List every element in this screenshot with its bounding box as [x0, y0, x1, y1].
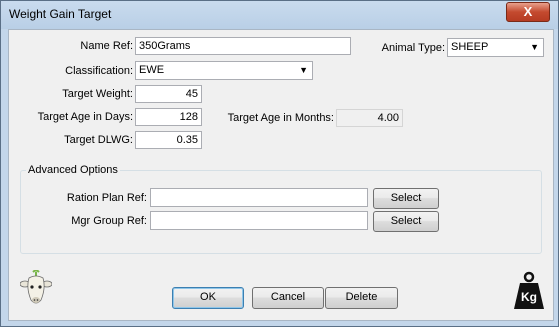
classification-value: EWE [139, 64, 165, 76]
name-ref-input[interactable]: 350Grams [135, 37, 351, 55]
target-age-months-label: Target Age in Months: [227, 112, 334, 124]
mgr-group-input[interactable] [150, 211, 368, 230]
classification-select[interactable]: EWE ▼ [135, 61, 313, 80]
animal-type-value: SHEEP [451, 41, 489, 53]
mgr-group-select-button[interactable]: Select [373, 211, 439, 232]
chevron-down-icon: ▼ [530, 42, 539, 52]
dialog-body: Name Ref: 350Grams Animal Type: SHEEP ▼ … [8, 29, 554, 321]
delete-button[interactable]: Delete [325, 287, 398, 309]
classification-label: Classification: [65, 65, 133, 77]
target-age-months-value: 4.00 [336, 109, 403, 127]
target-age-days-input[interactable]: 128 [135, 108, 202, 126]
cancel-button[interactable]: Cancel [252, 287, 324, 309]
animal-type-label: Animal Type: [381, 42, 445, 54]
ok-button[interactable]: OK [172, 287, 244, 309]
advanced-options-legend: Advanced Options [26, 164, 120, 176]
target-age-days-label: Target Age in Days: [37, 111, 133, 123]
ration-plan-select-button[interactable]: Select [373, 188, 439, 209]
animal-type-select[interactable]: SHEEP ▼ [447, 38, 544, 57]
ration-plan-input[interactable] [150, 188, 368, 207]
ration-plan-label: Ration Plan Ref: [66, 192, 147, 204]
target-weight-label: Target Weight: [62, 88, 133, 100]
window-title: Weight Gain Target [9, 7, 112, 21]
mgr-group-label: Mgr Group Ref: [71, 215, 147, 227]
name-ref-label: Name Ref: [80, 40, 133, 52]
sheep-icon [19, 269, 53, 312]
target-dlwg-label: Target DLWG: [64, 134, 133, 146]
chevron-down-icon: ▼ [299, 65, 308, 75]
target-weight-input[interactable]: 45 [135, 85, 202, 103]
kg-label: Kg [521, 290, 537, 304]
close-button[interactable]: X [506, 2, 550, 22]
close-icon: X [523, 4, 533, 19]
target-dlwg-input[interactable]: 0.35 [135, 131, 202, 149]
kg-weight-icon: Kg [512, 271, 546, 311]
dialog-window: Weight Gain Target X Name Ref: 350Grams … [0, 0, 559, 327]
title-bar[interactable]: Weight Gain Target X [1, 1, 558, 29]
